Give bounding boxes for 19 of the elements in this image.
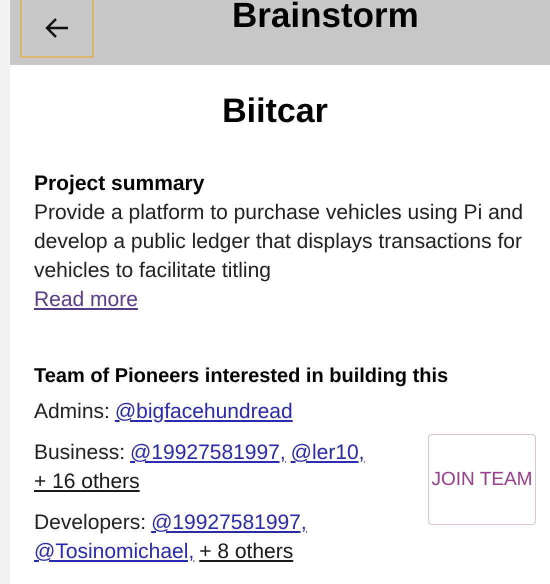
join-team-button[interactable]: JOIN TEAM — [428, 434, 536, 525]
back-arrow-icon — [44, 17, 70, 39]
summary-heading: Project summary — [34, 171, 206, 197]
others-link[interactable]: + 8 others — [199, 537, 294, 566]
role-label: Admins: — [34, 399, 110, 425]
role-label: Developers: — [34, 510, 146, 536]
back-button[interactable] — [20, 0, 94, 58]
role-label: Business: — [34, 440, 126, 466]
header-title: Brainstorm — [232, 0, 419, 37]
user-link[interactable]: @Tosinomichael, — [34, 537, 194, 566]
user-link[interactable]: @19927581997, — [130, 438, 286, 467]
team-heading: Team of Pioneers interested in building this — [34, 364, 450, 389]
others-link[interactable]: + 16 others — [34, 467, 140, 496]
user-link[interactable]: @ler10, — [290, 438, 365, 467]
read-more-link[interactable]: Read more — [34, 285, 138, 314]
user-link[interactable]: @19927581997, — [151, 508, 307, 537]
user-link[interactable]: @bigfacehundread — [114, 397, 293, 426]
project-title: Biitcar — [221, 91, 329, 132]
summary-text: Provide a platform to purchase vehicles using Pi and develop a public ledger that displays transactions for vehicles to facilitate titling — [34, 200, 524, 284]
